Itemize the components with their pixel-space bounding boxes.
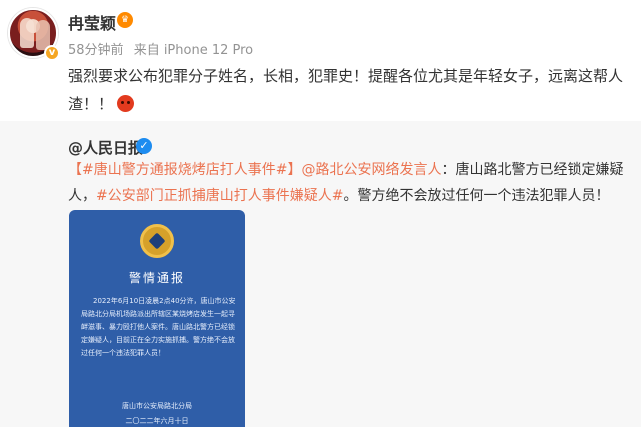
post-text: 强烈要求公布犯罪分子姓名，长相，犯罪史！提醒各位尤其是年轻女子，远离这帮人渣！！ (68, 62, 634, 118)
police-notice-image[interactable]: 警情通报 2022年6月10日凌晨2点40分许，唐山市公安局路北分局机场路派出所… (69, 210, 245, 427)
verified-badge-icon: v (44, 45, 60, 61)
repost-text: 【#唐山警方通报烧烤店打人事件#】@路北公安网络发言人：唐山路北警方已经锁定嫌疑… (68, 157, 634, 209)
hashtag-link[interactable]: 【#唐山警方通报烧烤店打人事件#】 (68, 162, 301, 178)
notice-signature: 唐山市公安局路北分局 (122, 402, 192, 410)
repost-text-part: 。警方绝不会放过任何一个违法犯罪人员！ (343, 188, 610, 204)
post-source: 来自 iPhone 12 Pro (133, 43, 254, 58)
repost-author[interactable]: @人民日报 (68, 137, 143, 158)
notice-body: 2022年6月10日凌晨2点40分许，唐山市公安局路北分局机场路派出所辖区某烧烤… (81, 297, 236, 357)
post-meta: 58分钟前 来自 iPhone 12 Pro (68, 39, 259, 58)
post-text-content: 强烈要求公布犯罪分子姓名，长相，犯罪史！提醒各位尤其是年轻女子，远离这帮人渣！！ (68, 67, 624, 113)
notice-date: 二〇二二年六月十日 (125, 417, 189, 425)
notice-title: 警情通报 (128, 271, 185, 285)
post-time[interactable]: 58分钟前 (68, 43, 124, 58)
mention-link[interactable]: @路北公安网络发言人 (301, 162, 441, 178)
repost-card[interactable]: @人民日报 ✓ 【#唐山警方通报烧烤店打人事件#】@路北公安网络发言人：唐山路北… (0, 121, 641, 427)
username[interactable]: 冉莹颖 (68, 10, 116, 34)
avatar-figure (20, 18, 34, 48)
weibo-post: v 冉莹颖 ♛ 58分钟前 来自 iPhone 12 Pro 强烈要求公布犯罪分… (0, 0, 641, 118)
hashtag-link[interactable]: #公安部门正抓捕唐山打人事件嫌疑人# (96, 188, 343, 204)
angry-emoji-icon (117, 95, 135, 112)
verified-blue-icon: ✓ (136, 138, 152, 154)
police-emblem-icon (140, 224, 174, 258)
member-crown-icon: ♛ (117, 12, 133, 28)
